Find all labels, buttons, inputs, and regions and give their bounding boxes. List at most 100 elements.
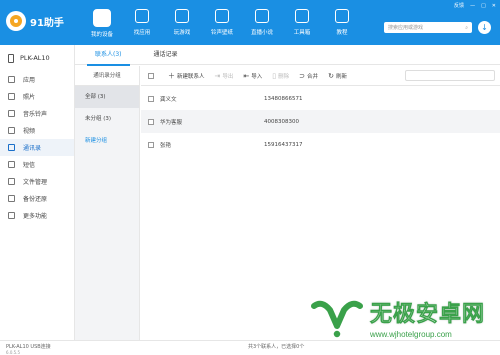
device-header[interactable]: PLK-AL10 [0,45,74,71]
contact-phone: 4008308300 [264,118,299,125]
maximize-button[interactable]: □ [481,3,486,9]
row-checkbox[interactable] [148,118,154,125]
sms-icon [8,161,15,168]
contacts-icon [8,144,15,151]
import-button[interactable]: ⇤ 导入 [243,72,262,80]
watermark-brand: 无极安卓网 [370,301,486,327]
nav-tab-label: 教程 [336,30,348,36]
app-store-icon [135,9,149,23]
nav-tab-label: 找应用 [133,30,151,36]
backup-icon [8,195,15,202]
feedback-link[interactable]: 反馈 [454,2,464,9]
merge-button[interactable]: ⊃ 合并 [299,72,318,80]
import-label: 导入 [251,73,263,80]
nav-tab-live[interactable]: 直播小说 [242,0,282,45]
top-bar: 91助手 我的设备 找应用 玩游戏 铃声壁纸 直播小说 工具箱 教程 反馈 — … [0,0,500,45]
sidebar-item-photos[interactable]: 照片 [0,88,74,105]
apps-icon [8,76,15,83]
contact-list: 龚义文 13480866571 华为客服 4008308300 张艳 15916… [141,87,500,156]
app-search-input[interactable]: 搜索应用或游戏 ⌕ [384,22,472,33]
sidebar-item-sms[interactable]: 短信 [0,156,74,173]
nav-tab-label: 玩游戏 [173,30,191,36]
app-logo: 91助手 [6,11,64,31]
table-row[interactable]: 龚义文 13480866571 [141,87,500,110]
merge-icon: ⊃ [299,71,306,80]
plus-icon: ＋ [168,71,175,80]
refresh-button[interactable]: ↻ 刷新 [328,72,347,80]
book-icon [335,9,349,23]
selection-count: 共3个联系人，已选择0个 [248,344,305,350]
watermark-logo-icon [308,292,366,342]
search-placeholder: 搜索应用或游戏 [388,25,424,31]
nav-tab-my-device[interactable]: 我的设备 [82,0,122,45]
sidebar-item-more[interactable]: 更多功能 [0,207,74,224]
sidebar-item-label: 应用 [23,77,36,84]
tab-call-log[interactable]: 通话记录 [142,45,190,65]
device-name: PLK-AL10 [20,54,50,62]
row-checkbox[interactable] [148,95,154,102]
contact-name: 华为客服 [160,119,183,126]
more-icon [8,212,15,219]
contact-name: 龚义文 [160,96,177,103]
contact-name: 张艳 [160,142,172,149]
group-item-all[interactable]: 全部 (3) [75,86,139,108]
contact-phone: 15916437317 [264,141,303,148]
row-checkbox[interactable] [148,141,154,148]
refresh-icon: ↻ [328,71,334,80]
status-bar: PLK-AL10 USB连接 共3个联系人，已选择0个 6.0.5.5 [0,340,500,355]
group-item-ungrouped[interactable]: 未分组 (3) [75,108,139,130]
sidebar-item-label: 更多功能 [23,213,48,220]
export-label: 导出 [222,73,234,80]
nav-tab-ringtones[interactable]: 铃声壁纸 [202,0,242,45]
new-contact-label: 新建联系人 [177,73,205,80]
nav-tab-toolbox[interactable]: 工具箱 [282,0,322,45]
nav-tab-label: 直播小说 [250,30,273,36]
group-panel-title: 通讯录分组 [75,66,139,86]
main-nav: 我的设备 找应用 玩游戏 铃声壁纸 直播小说 工具箱 教程 [82,0,362,45]
delete-label: 删除 [278,73,290,80]
trash-icon: ▯ [272,71,277,80]
watermark: 无极安卓网 www.wjhotelgroup.com [308,292,485,342]
sidebar-item-label: 音乐铃声 [23,111,48,118]
new-contact-button[interactable]: ＋新建联系人 [168,71,205,81]
table-row[interactable]: 华为客服 4008308300 [141,110,500,133]
export-icon: ⇥ [214,71,221,80]
nav-tab-label: 铃声壁纸 [210,30,233,36]
contact-search-input[interactable] [405,70,495,81]
tab-contacts[interactable]: 联系人(3) [83,45,134,66]
export-button[interactable]: ⇥ 导出 [215,72,234,80]
photo-icon [8,93,15,100]
folder-icon [8,178,15,185]
window-controls: 反馈 — □ ✕ [454,2,496,10]
gamepad-icon [175,9,189,23]
sidebar-item-video[interactable]: 视频 [0,122,74,139]
nav-tab-games[interactable]: 玩游戏 [162,0,202,45]
download-icon[interactable]: ↓ [478,21,491,34]
group-panel: 通讯录分组 全部 (3) 未分组 (3) 新建分组 [75,66,140,340]
new-group-link[interactable]: 新建分组 [75,130,139,152]
minimize-button[interactable]: — [470,3,475,9]
image-icon [215,9,229,23]
nav-tab-find-apps[interactable]: 找应用 [122,0,162,45]
phone-icon [8,53,14,63]
select-all-checkbox[interactable] [148,72,154,79]
sidebar-item-label: 文件管理 [23,179,48,186]
toolbox-icon [295,9,309,23]
contact-phone: 13480866571 [264,95,303,102]
delete-button[interactable]: ▯ 删除 [272,72,289,80]
nav-tab-tutorial[interactable]: 教程 [322,0,362,45]
music-icon [8,110,15,117]
play-icon [255,9,269,23]
sidebar-item-backup[interactable]: 备份还原 [0,190,74,207]
app-name: 91助手 [30,17,64,29]
sidebar-item-contacts[interactable]: 通讯录 [0,139,74,156]
refresh-label: 刷新 [335,73,347,80]
sidebar-item-label: 照片 [23,94,36,101]
close-button[interactable]: ✕ [492,3,496,9]
sidebar-item-music[interactable]: 音乐铃声 [0,105,74,122]
sidebar: PLK-AL10 应用 照片 音乐铃声 视频 通讯录 短信 文件管理 备份还原 … [0,45,75,340]
sidebar-item-apps[interactable]: 应用 [0,71,74,88]
sidebar-item-files[interactable]: 文件管理 [0,173,74,190]
search-icon[interactable]: ⌕ [465,25,468,31]
table-row[interactable]: 张艳 15916437317 [141,133,500,156]
